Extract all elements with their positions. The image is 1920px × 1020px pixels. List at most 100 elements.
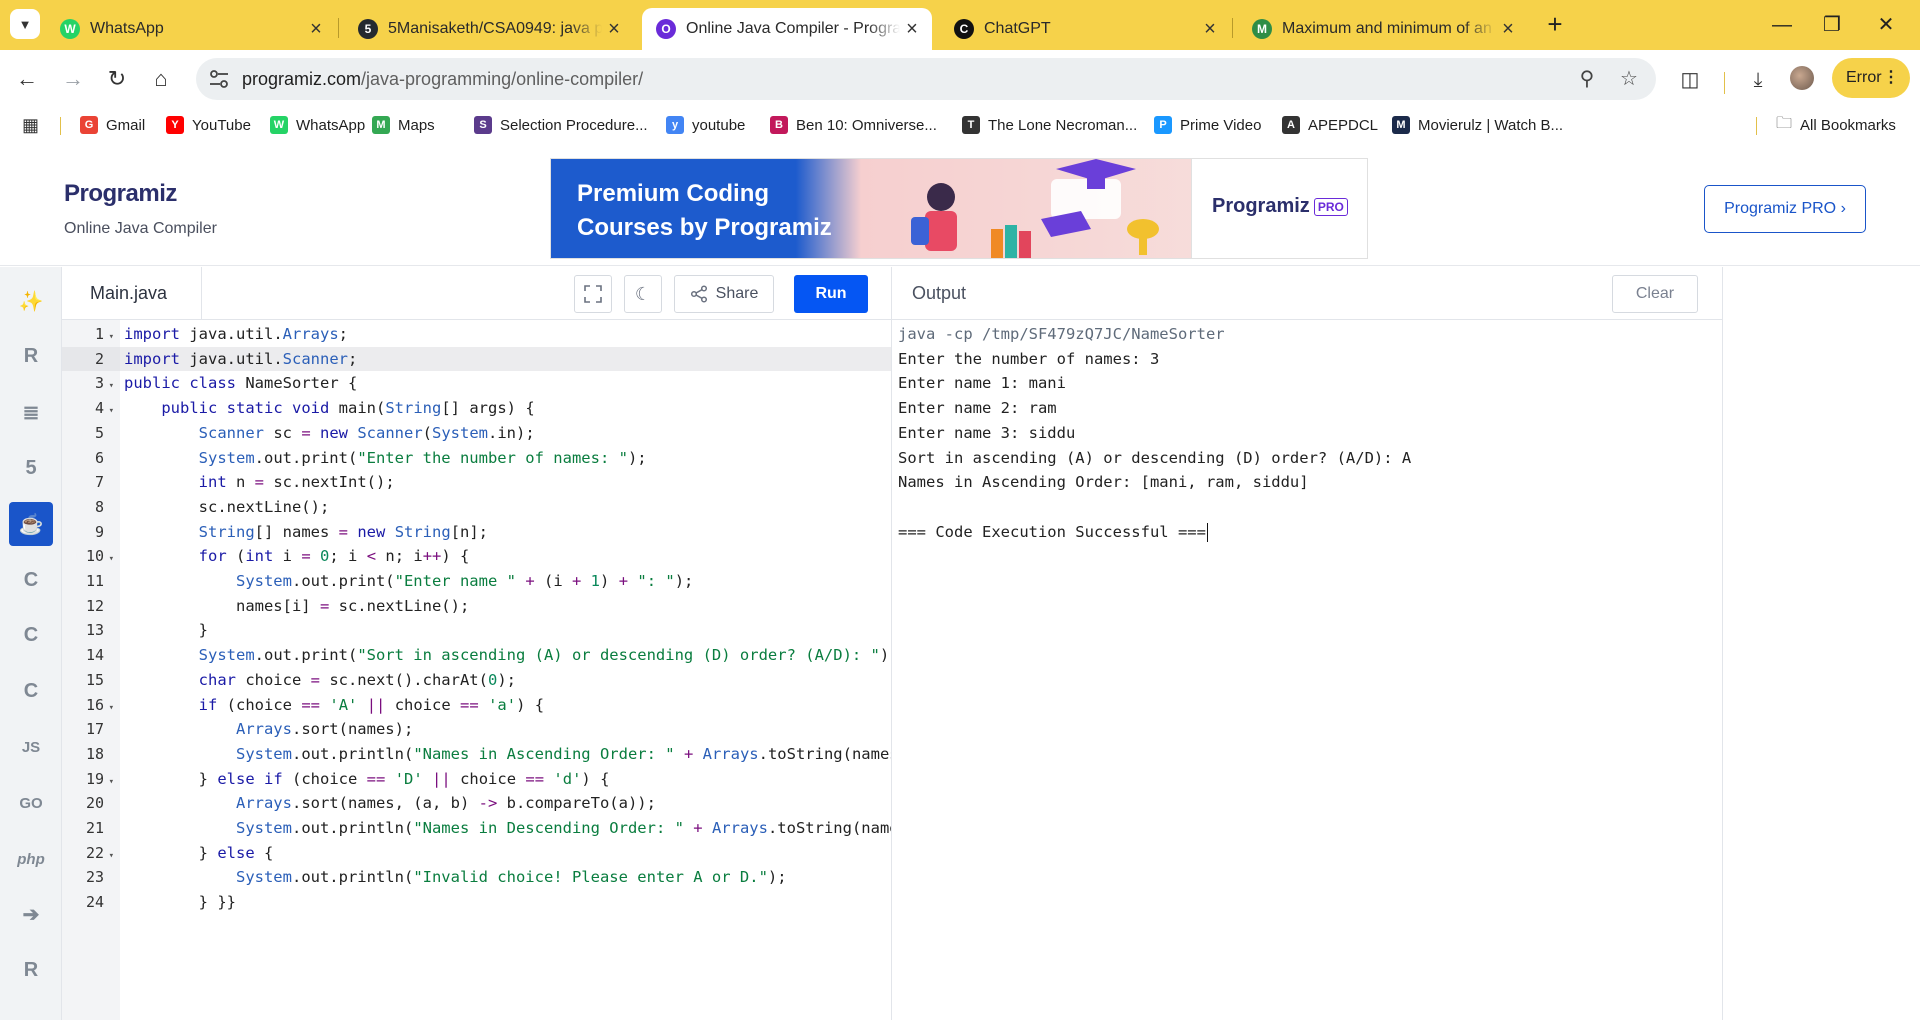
code-line[interactable]: char choice = sc.next().charAt(0); <box>120 668 892 693</box>
back-button[interactable]: ← <box>12 64 42 94</box>
all-bookmarks-button[interactable]: 🗀 All Bookmarks <box>1776 114 1896 136</box>
url-text[interactable]: programiz.com/java-programming/online-co… <box>242 69 643 90</box>
extensions-icon[interactable]: ◫ <box>1676 66 1704 94</box>
bookmark-item[interactable]: y youtube <box>666 114 745 136</box>
tab-close-icon[interactable]: × <box>304 18 328 41</box>
go-language-icon[interactable]: GO <box>9 781 53 825</box>
line-number: 6 <box>94 448 104 467</box>
code-line[interactable]: System.out.println("Names in Ascending O… <box>120 742 892 767</box>
bookmark-item[interactable]: W WhatsApp <box>270 114 365 136</box>
bookmark-item[interactable]: P Prime Video <box>1154 114 1261 136</box>
code-line[interactable]: import java.util.Arrays; <box>120 322 892 347</box>
run-button[interactable]: Run <box>794 275 868 313</box>
code-line[interactable]: Scanner sc = new Scanner(System.in); <box>120 421 892 446</box>
c-language-icon[interactable]: C <box>9 558 53 602</box>
javascript-icon[interactable]: JS <box>9 725 53 769</box>
browser-tab[interactable]: M Maximum and minimum of an a × <box>1238 8 1528 50</box>
code-line[interactable]: Arrays.sort(names); <box>120 717 892 742</box>
code-line[interactable]: System.out.print("Enter name " + (i + 1)… <box>120 569 892 594</box>
tab-close-icon[interactable]: × <box>900 18 924 41</box>
sql-database-icon[interactable]: ≣ <box>9 391 53 435</box>
code-line[interactable]: } else { <box>120 841 892 866</box>
code-line[interactable]: names[i] = sc.nextLine(); <box>120 594 892 619</box>
home-button[interactable]: ⌂ <box>146 64 176 94</box>
globe-icon: T <box>962 116 980 134</box>
code-line[interactable]: System.out.println("Names in Descending … <box>120 816 892 841</box>
programiz-pro-button[interactable]: Programiz PRO › <box>1704 185 1866 233</box>
r-language-icon[interactable]: R <box>9 335 53 379</box>
line-number-gutter: 1 ▾ 2 3 ▾ 4 ▾ 5 6 7 8 9 10 ▾ 11 12 13 14 15 16 ▾ 17 18 19 ▾ 20 21 2… <box>62 320 120 1020</box>
cpp-language-icon[interactable]: C <box>9 614 53 658</box>
code-line[interactable]: } else if (choice == 'D' || choice == 'd… <box>120 767 892 792</box>
code-line[interactable]: System.out.print("Enter the number of na… <box>120 446 892 471</box>
csharp-language-icon[interactable]: C <box>9 670 53 714</box>
clear-button[interactable]: Clear <box>1612 275 1698 313</box>
close-window-button[interactable]: ✕ <box>1866 8 1906 42</box>
python-icon[interactable]: ✨ <box>9 279 53 323</box>
bookmark-item[interactable]: A APEPDCL <box>1282 114 1378 136</box>
bookmarks-divider <box>60 117 61 135</box>
output-console[interactable]: java -cp /tmp/SF479zQ7JC/NameSorter Enter… <box>892 320 1722 1020</box>
code-line[interactable]: if (choice == 'A' || choice == 'a') { <box>120 693 892 718</box>
code-editor[interactable]: import java.util.Arrays; import java.util… <box>120 320 892 1020</box>
download-icon[interactable]: ⤓ <box>1744 66 1772 94</box>
share-button[interactable]: Share <box>674 275 774 313</box>
forward-button[interactable]: → <box>58 64 88 94</box>
minimize-button[interactable]: — <box>1762 8 1802 42</box>
bookmark-item[interactable]: G Gmail <box>80 114 145 136</box>
bookmark-star-icon[interactable]: ☆ <box>1616 66 1642 92</box>
tab-search-button[interactable]: ▼ <box>10 9 40 39</box>
apps-button[interactable]: ▦ <box>22 114 39 136</box>
code-line[interactable]: String[] names = new String[n]; <box>120 520 892 545</box>
code-line[interactable]: } }} <box>120 890 892 915</box>
fullscreen-button[interactable] <box>574 275 612 313</box>
code-line[interactable]: for (int i = 0; i < n; i++) { <box>120 544 892 569</box>
browser-tab[interactable]: 5 5Manisaketh/CSA0949: java pro × <box>344 8 634 50</box>
more-menu-icon[interactable]: ⋮ <box>1883 58 1899 98</box>
line-number: 4 ▾ <box>62 396 120 421</box>
tab-close-icon[interactable]: × <box>602 18 626 41</box>
bookmark-item[interactable]: B Ben 10: Omniverse... <box>770 114 937 136</box>
bookmark-item[interactable]: M Movierulz | Watch B... <box>1392 114 1563 136</box>
php-icon[interactable]: php <box>9 837 53 881</box>
code-line[interactable]: int n = sc.nextInt(); <box>120 470 892 495</box>
browser-tab[interactable]: W WhatsApp × <box>46 8 336 50</box>
code-line[interactable]: import java.util.Scanner; <box>120 346 892 372</box>
reload-button[interactable]: ↻ <box>102 64 132 94</box>
tab-close-icon[interactable]: × <box>1496 18 1520 41</box>
dark-mode-button[interactable]: ☾ <box>624 275 662 313</box>
bookmark-item[interactable]: M Maps <box>372 114 435 136</box>
programiz-logo[interactable]: Programiz <box>64 180 177 208</box>
bookmark-item[interactable]: T The Lone Necroman... <box>962 114 1137 136</box>
html5-icon[interactable]: 5 <box>9 446 53 490</box>
code-line[interactable]: public class NameSorter { <box>120 371 892 396</box>
swift-icon[interactable]: ➔ <box>9 893 53 937</box>
line-number: 11 <box>85 572 104 590</box>
rust-icon[interactable]: R <box>9 949 53 993</box>
code-line[interactable]: Arrays.sort(names, (a, b) -> b.compareTo… <box>120 791 892 816</box>
java-icon[interactable]: ☕ <box>9 502 53 547</box>
profile-avatar[interactable] <box>1790 66 1814 90</box>
browser-tab[interactable]: C ChatGPT × <box>940 8 1230 50</box>
address-bar[interactable]: programiz.com/java-programming/online-co… <box>196 58 1656 100</box>
code-line[interactable]: } <box>120 618 892 643</box>
fullscreen-icon <box>584 285 602 303</box>
restore-button[interactable]: ❐ <box>1812 8 1852 42</box>
bookmark-item[interactable]: S Selection Procedure... <box>474 114 648 136</box>
new-tab-button[interactable]: + <box>1540 10 1570 40</box>
promo-banner[interactable]: Premium Coding Courses by Programiz Progr… <box>550 158 1368 259</box>
line-number: 20 <box>85 794 104 813</box>
zoom-icon[interactable]: ⚲ <box>1574 66 1600 92</box>
bookmark-item[interactable]: Y YouTube <box>166 114 251 136</box>
geeksforgeeks-icon: M <box>1252 19 1272 39</box>
browser-tab[interactable]: O Online Java Compiler - Program × <box>642 8 932 50</box>
code-line[interactable]: sc.nextLine(); <box>120 495 892 520</box>
tab-close-icon[interactable]: × <box>1198 18 1222 41</box>
site-settings-icon[interactable] <box>208 69 230 89</box>
profile-error-chip[interactable]: Error ⋮ <box>1832 58 1910 98</box>
code-line[interactable]: public static void main(String[] args) { <box>120 396 892 421</box>
bookmark-label: Ben 10: Omniverse... <box>796 116 937 134</box>
file-tab-main-java[interactable]: Main.java <box>62 267 202 320</box>
code-line[interactable]: System.out.println("Invalid choice! Plea… <box>120 865 892 890</box>
code-line[interactable]: System.out.print("Sort in ascending (A) … <box>120 643 892 668</box>
